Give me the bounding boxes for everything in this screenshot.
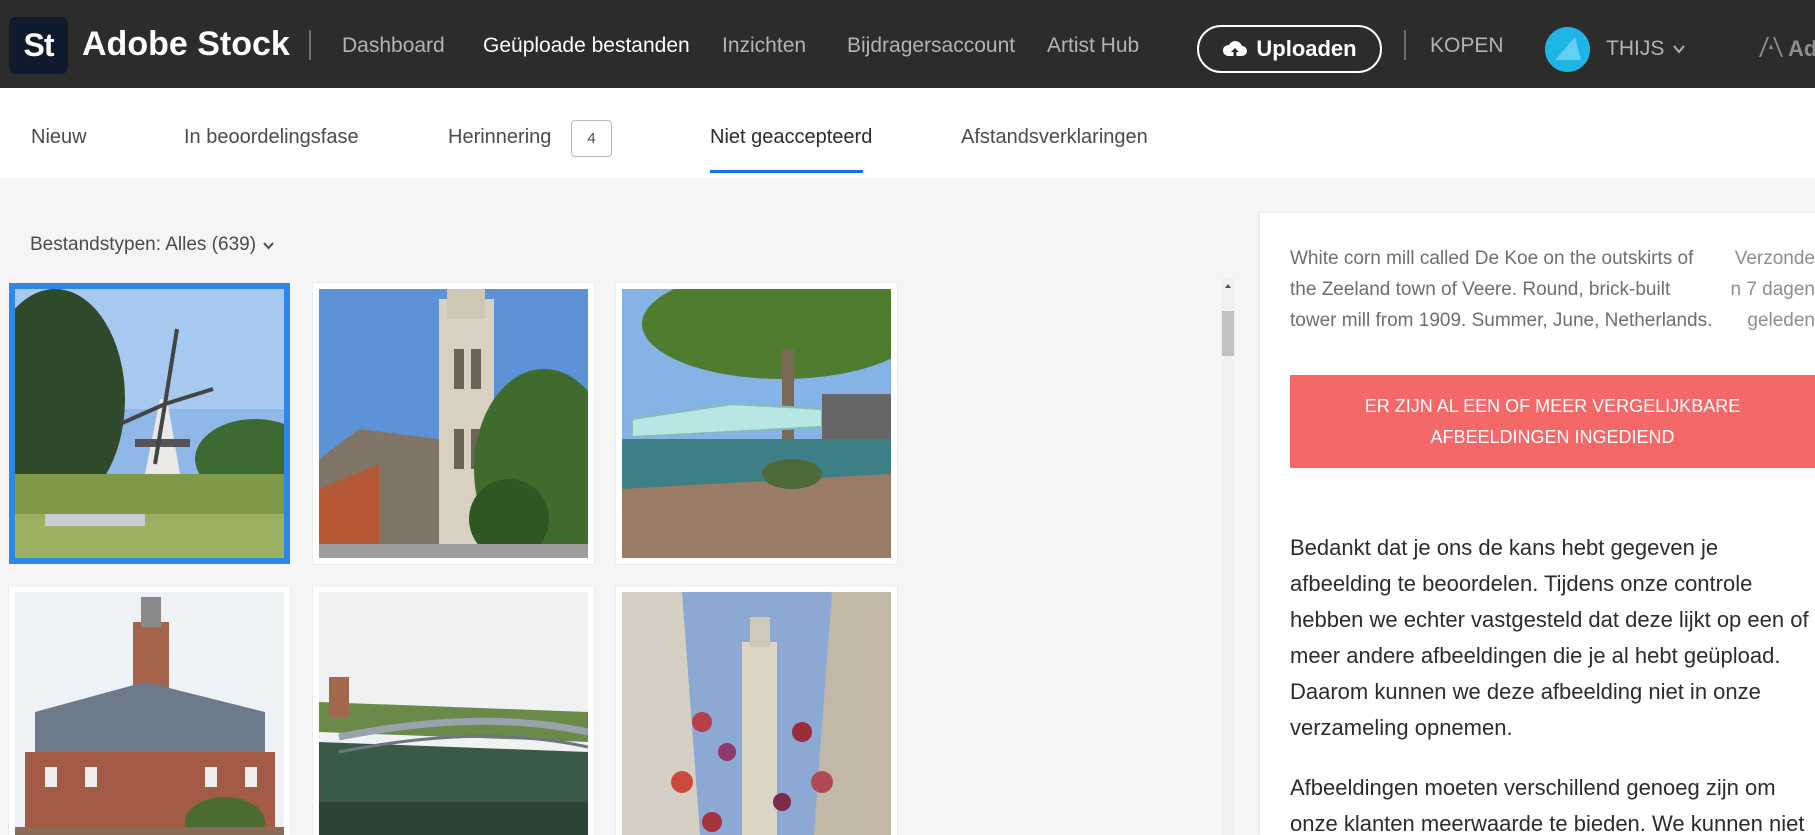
tab-new[interactable]: Nieuw (31, 124, 87, 150)
explanation-line: Afbeeldingen moeten verschillend genoeg … (1290, 775, 1776, 800)
reminder-count-badge: 4 (571, 120, 612, 157)
nav-insights[interactable]: Inzichten (722, 32, 806, 60)
nav-dashboard[interactable]: Dashboard (342, 32, 445, 60)
explanation-text: Bedankt dat je ons de kans hebt gegeven … (1290, 530, 1815, 746)
nav-artist-hub[interactable]: Artist Hub (1047, 32, 1139, 60)
explanation-line: onze klanten meerwaarde te bieden. We ku… (1290, 811, 1805, 835)
description-line: the Zeeland town of Veere. Round, brick-… (1290, 279, 1671, 300)
avatar[interactable] (1545, 27, 1590, 72)
windmill-image (15, 289, 284, 558)
grid-scrollbar[interactable] (1221, 278, 1235, 835)
description-line: White corn mill called De Koe on the out… (1290, 248, 1694, 269)
thumbnail-footbridge[interactable] (313, 586, 594, 835)
avatar-icon (1545, 27, 1590, 72)
file-type-filter[interactable]: Bestandstypen: Alles (639) (30, 233, 275, 257)
upload-button[interactable]: Uploaden (1197, 25, 1382, 73)
sent-line: geleden (1747, 310, 1815, 331)
upload-label: Uploaden (1256, 36, 1357, 61)
nav-divider (309, 30, 311, 60)
rejection-detail-panel: White corn mill called De Koe on the out… (1260, 213, 1815, 835)
scrollbar-thumb[interactable] (1222, 311, 1234, 356)
nav-uploaded-files[interactable]: Geüploade bestanden (483, 32, 690, 60)
tab-reminder[interactable]: Herinnering (448, 124, 551, 150)
tab-in-review[interactable]: In beoordelingsfase (184, 124, 359, 150)
alley-image (622, 592, 891, 835)
buy-link[interactable]: KOPEN (1430, 32, 1504, 60)
sent-line: Verzonde (1734, 248, 1815, 269)
cloud-upload-icon (1223, 41, 1248, 57)
thumbnail-church-tower[interactable] (313, 283, 594, 564)
chevron-down-icon[interactable] (1672, 42, 1686, 56)
abbey-image (15, 592, 284, 835)
adobe-logo-icon[interactable] (1758, 35, 1784, 59)
bridge-image (622, 289, 891, 558)
thumbnail-abbey[interactable] (9, 586, 290, 835)
file-type-filter-label: Bestandstypen: Alles (639) (30, 234, 257, 255)
description-line: tower mill from 1909. Summer, June, Neth… (1290, 310, 1713, 331)
explanation-text-2: Afbeeldingen moeten verschillend genoeg … (1290, 770, 1815, 835)
chevron-down-icon (263, 241, 274, 249)
image-description: White corn mill called De Koe on the out… (1290, 243, 1715, 336)
explanation-line: hebben we echter vastgesteld dat deze li… (1290, 607, 1809, 632)
sent-line: n 7 dagen (1730, 279, 1815, 300)
tab-releases[interactable]: Afstandsverklaringen (961, 124, 1148, 150)
rejection-reason-banner: ER ZIJN AL EEN OF MEER VERGELIJKBARE AFB… (1290, 375, 1815, 468)
rejection-reason-line: AFBEELDINGEN INGEDIEND (1430, 426, 1675, 447)
explanation-line: Daarom kunnen we deze afbeelding niet in… (1290, 679, 1761, 704)
explanation-line: Bedankt dat je ons de kans hebt gegeven … (1290, 535, 1719, 560)
thumbnail-bridge[interactable] (616, 283, 897, 564)
tab-not-accepted[interactable]: Niet geaccepteerd (710, 124, 872, 150)
explanation-line: meer andere afbeeldingen die je al hebt … (1290, 643, 1781, 668)
top-bar: St Adobe Stock Dashboard Geüploade besta… (0, 0, 1815, 88)
scroll-up-arrow-icon[interactable] (1221, 281, 1235, 291)
brand-name[interactable]: Adobe Stock (82, 22, 290, 66)
user-menu[interactable]: THIJS (1606, 35, 1664, 63)
explanation-line: afbeelding te beoordelen. Tijdens onze c… (1290, 571, 1753, 596)
nav-divider (1404, 30, 1406, 60)
church-tower-image (319, 289, 588, 558)
nav-contributor-account[interactable]: Bijdragersaccount (847, 32, 1015, 60)
status-tabs: Nieuw In beoordelingsfase Herinnering 4 … (0, 88, 1815, 178)
explanation-line: verzameling opnemen. (1290, 715, 1513, 740)
sent-timestamp: Verzonde n 7 dagen geleden (1725, 243, 1815, 336)
stock-logo[interactable]: St (9, 17, 68, 74)
adobe-label[interactable]: Ad (1788, 35, 1815, 63)
rejection-reason-line: ER ZIJN AL EEN OF MEER VERGELIJKBARE (1364, 395, 1741, 416)
active-tab-indicator (710, 170, 863, 173)
thumbnail-alley[interactable] (616, 586, 897, 835)
thumbnail-windmill[interactable] (9, 283, 290, 564)
footbridge-image (319, 592, 588, 835)
